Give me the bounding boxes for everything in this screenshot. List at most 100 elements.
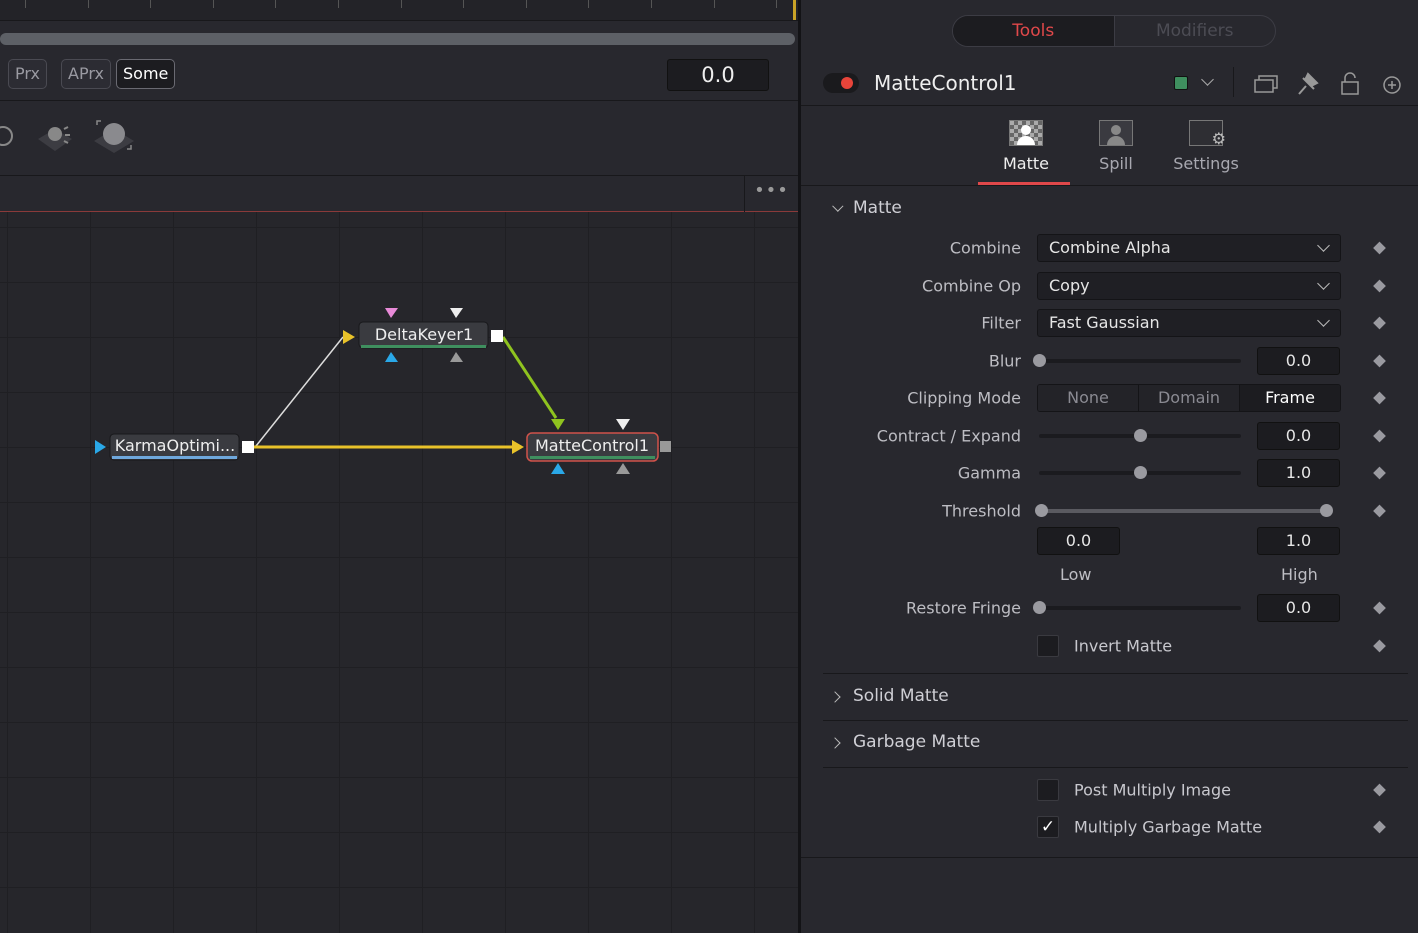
slider-knob[interactable] xyxy=(1134,429,1147,442)
ruler-tick xyxy=(212,0,214,8)
gamma-input[interactable]: 1.0 xyxy=(1257,459,1340,487)
restore-fringe-input[interactable]: 0.0 xyxy=(1257,594,1340,622)
node-label: MatteControl1 xyxy=(535,436,649,455)
filter-dropdown[interactable]: Fast Gaussian xyxy=(1037,309,1341,337)
ruler-tick xyxy=(525,0,527,8)
ruler-tick xyxy=(776,0,778,8)
chevron-down-icon xyxy=(1317,277,1330,290)
combine-op-dropdown[interactable]: Copy xyxy=(1037,272,1341,300)
chevron-down-icon xyxy=(1317,314,1330,327)
timeline-ruler[interactable] xyxy=(0,0,798,21)
spotlight-3d-icon[interactable] xyxy=(38,126,72,151)
ruler-tick xyxy=(400,0,402,8)
clipping-mode-selector: None Domain Frame xyxy=(1037,384,1341,412)
ruler-tick xyxy=(463,0,465,8)
blur-input[interactable]: 0.0 xyxy=(1257,347,1340,375)
node-mattecontrol[interactable]: MatteControl1 xyxy=(512,419,671,474)
section-solid-matte[interactable]: Solid Matte xyxy=(829,686,949,706)
threshold-low-knob[interactable] xyxy=(1035,504,1048,517)
ruler-tick xyxy=(87,0,89,8)
post-multiply-checkbox[interactable] xyxy=(1037,779,1059,801)
clipping-domain-button[interactable]: Domain xyxy=(1139,385,1240,411)
chevron-down-icon[interactable] xyxy=(1201,73,1214,86)
inspector-tabs: Matte Spill ⚙ Settings xyxy=(801,106,1418,186)
keyframe-diamond-icon[interactable] xyxy=(1373,639,1386,653)
contract-expand-slider[interactable] xyxy=(1039,429,1241,442)
settings-icon: ⚙ xyxy=(1189,120,1226,147)
prx-button[interactable]: Prx xyxy=(8,59,47,89)
blur-slider[interactable] xyxy=(1033,354,1241,367)
chevron-down-icon xyxy=(832,200,844,212)
threshold-low-input[interactable]: 0.0 xyxy=(1037,527,1120,555)
low-label: Low xyxy=(1060,565,1092,584)
threshold-label: Threshold xyxy=(942,501,1021,521)
aprx-button[interactable]: APrx xyxy=(61,59,111,89)
slider-knob[interactable] xyxy=(1134,466,1147,479)
tab-modifiers[interactable]: Modifiers xyxy=(1115,16,1276,46)
threshold-high-knob[interactable] xyxy=(1320,504,1333,517)
keyframe-diamond-icon[interactable] xyxy=(1373,504,1386,518)
threshold-high-input[interactable]: 1.0 xyxy=(1257,527,1340,555)
combine-op-label: Combine Op xyxy=(922,276,1021,296)
ruler-tick xyxy=(588,0,590,8)
keyframe-diamond-icon[interactable] xyxy=(1373,354,1386,368)
ruler-tick xyxy=(713,0,715,8)
keyframe-diamond-icon[interactable] xyxy=(1373,279,1386,293)
keyframe-diamond-icon[interactable] xyxy=(1373,429,1386,443)
section-garbage-matte[interactable]: Garbage Matte xyxy=(829,732,980,752)
threshold-range-slider[interactable] xyxy=(1035,504,1333,517)
lock-icon[interactable] xyxy=(1341,72,1359,95)
playhead[interactable] xyxy=(793,0,796,20)
slider-knob[interactable] xyxy=(1033,354,1046,367)
restore-fringe-label: Restore Fringe xyxy=(906,598,1021,618)
invert-matte-label: Invert Matte xyxy=(1074,636,1173,656)
some-button[interactable]: Some xyxy=(116,59,176,89)
clipping-none-button[interactable]: None xyxy=(1038,385,1139,411)
gamma-label: Gamma xyxy=(957,463,1021,483)
pin-icon[interactable] xyxy=(1298,72,1319,95)
node-graph: KarmaOptimi... DeltaKeyer1 MatteControl1 xyxy=(95,308,671,474)
active-tab-indicator xyxy=(978,182,1070,185)
camera-3d-icon[interactable] xyxy=(0,126,13,146)
node-editor-header xyxy=(0,176,798,212)
windows-icon[interactable] xyxy=(1254,75,1278,93)
tool-name: MatteControl1 xyxy=(874,71,1017,95)
tab-settings[interactable]: ⚙ Settings xyxy=(1161,116,1251,173)
timeline-scrollbar[interactable] xyxy=(0,33,795,45)
more-options-button[interactable]: ••• xyxy=(744,176,798,212)
keyframe-diamond-icon[interactable] xyxy=(1373,391,1386,405)
tool-enable-toggle[interactable] xyxy=(823,73,859,93)
inspector-panel: Tools Modifiers MatteControl1 Matte Spil… xyxy=(801,0,1418,933)
slider-knob[interactable] xyxy=(1033,601,1046,614)
tab-matte[interactable]: Matte xyxy=(978,116,1071,185)
reset-icon[interactable] xyxy=(1383,76,1401,94)
invert-matte-checkbox[interactable] xyxy=(1037,635,1059,657)
node-label: DeltaKeyer1 xyxy=(375,325,473,344)
post-multiply-label: Post Multiply Image xyxy=(1074,780,1231,800)
section-matte[interactable]: Matte xyxy=(831,198,902,218)
ruler-tick xyxy=(25,0,26,8)
keyframe-diamond-icon[interactable] xyxy=(1373,241,1386,255)
node-karmaoptimizer[interactable]: KarmaOptimi... xyxy=(95,433,254,461)
tab-spill[interactable]: Spill xyxy=(1071,116,1161,173)
render-3d-icon[interactable] xyxy=(94,120,134,153)
color-swatch-icon[interactable] xyxy=(1174,76,1188,90)
clipping-mode-label: Clipping Mode xyxy=(907,388,1021,408)
chevron-down-icon xyxy=(1317,239,1330,252)
keyframe-diamond-icon[interactable] xyxy=(1373,820,1386,834)
gamma-slider[interactable] xyxy=(1039,466,1241,479)
restore-fringe-slider[interactable] xyxy=(1033,601,1241,614)
keyframe-diamond-icon[interactable] xyxy=(1373,783,1386,797)
filter-label: Filter xyxy=(981,313,1021,333)
tab-tools[interactable]: Tools xyxy=(953,16,1115,46)
keyframe-diamond-icon[interactable] xyxy=(1373,466,1386,480)
node-deltakeyer[interactable]: DeltaKeyer1 xyxy=(343,308,503,362)
combine-dropdown[interactable]: Combine Alpha xyxy=(1037,234,1341,262)
clipping-frame-button[interactable]: Frame xyxy=(1240,385,1340,411)
connection-delta-matte xyxy=(501,336,558,419)
multiply-garbage-checkbox[interactable]: ✓ xyxy=(1037,816,1059,838)
keyframe-diamond-icon[interactable] xyxy=(1373,601,1386,615)
current-time-field[interactable]: 0.0 xyxy=(667,59,769,91)
contract-expand-input[interactable]: 0.0 xyxy=(1257,422,1340,450)
keyframe-diamond-icon[interactable] xyxy=(1373,316,1386,330)
